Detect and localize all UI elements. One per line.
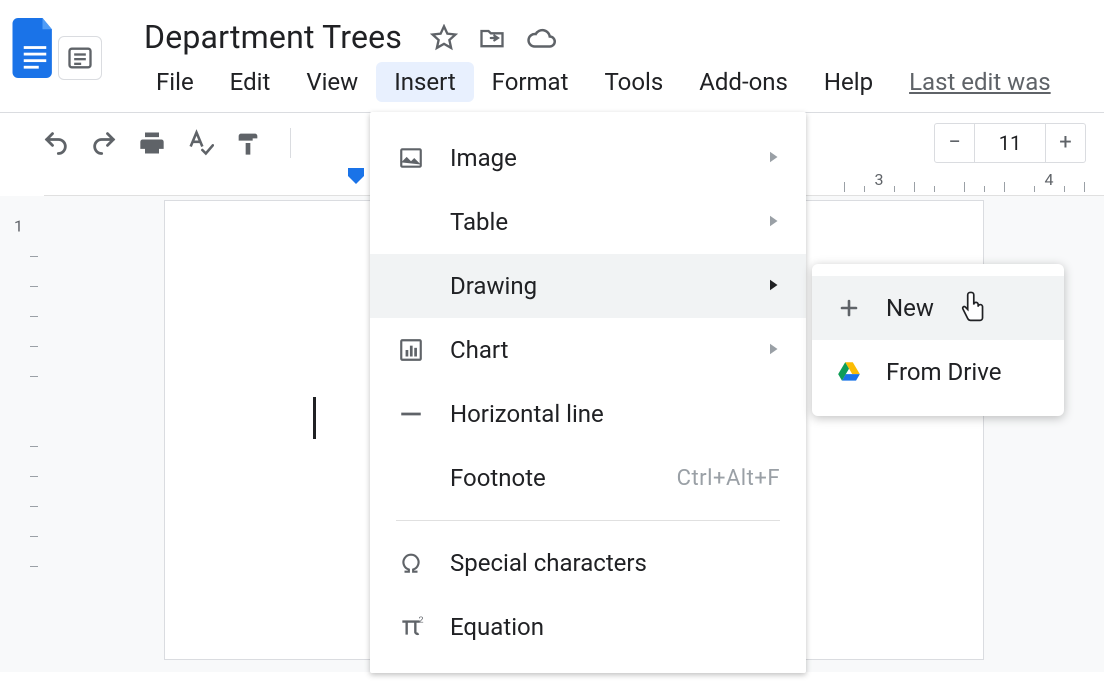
insert-image[interactable]: Image [370, 126, 806, 190]
menu-label: Footnote [450, 464, 546, 492]
menu-label: Equation [450, 613, 544, 641]
drawing-submenu: New From Drive [812, 264, 1064, 416]
menu-label: Image [450, 144, 517, 172]
docs-logo[interactable] [10, 10, 60, 80]
chart-icon [396, 335, 426, 365]
drive-icon [834, 357, 864, 387]
image-icon [396, 143, 426, 173]
print-icon[interactable] [138, 129, 166, 157]
toolbar-separator [290, 128, 291, 158]
insert-horizontal-line[interactable]: Horizontal line [370, 382, 806, 446]
font-size-value[interactable]: 11 [975, 124, 1045, 162]
insert-chart[interactable]: Chart [370, 318, 806, 382]
redo-icon[interactable] [90, 129, 118, 157]
vertical-ruler[interactable]: 1 [0, 196, 44, 672]
submenu-arrow-icon [764, 144, 782, 172]
menu-label: Horizontal line [450, 400, 604, 428]
menu-addons[interactable]: Add-ons [681, 62, 806, 102]
menubar: File Edit View Insert Format Tools Add-o… [90, 58, 1094, 112]
drawing-icon [396, 271, 426, 301]
insert-menu-dropdown: Image Table Drawing Chart Horizontal lin… [370, 112, 806, 673]
menu-format[interactable]: Format [474, 62, 587, 102]
submenu-label: From Drive [886, 358, 1001, 386]
document-outline-button[interactable] [58, 36, 102, 80]
insert-footnote[interactable]: Footnote Ctrl+Alt+F [370, 446, 806, 510]
plus-icon [834, 293, 864, 323]
menu-label: Table [450, 208, 508, 236]
cloud-saved-icon[interactable] [526, 24, 552, 50]
menu-tools[interactable]: Tools [586, 62, 681, 102]
insert-special-characters[interactable]: Special characters [370, 531, 806, 595]
ruler-number: 3 [875, 170, 884, 189]
menu-edit[interactable]: Edit [212, 62, 289, 102]
pi-icon: 2 [396, 612, 426, 642]
menu-file[interactable]: File [138, 62, 212, 102]
document-title[interactable]: Department Trees [138, 18, 408, 56]
move-folder-icon[interactable] [478, 24, 504, 50]
menu-label: Special characters [450, 549, 647, 577]
undo-icon[interactable] [42, 129, 70, 157]
submenu-arrow-icon [764, 336, 782, 364]
paint-format-icon[interactable] [234, 129, 262, 157]
ruler-number: 4 [1045, 170, 1054, 189]
menu-view[interactable]: View [288, 62, 376, 102]
submenu-arrow-icon [764, 272, 782, 300]
vruler-number: 1 [14, 217, 23, 236]
omega-icon [396, 548, 426, 578]
submenu-label: New [886, 294, 934, 322]
svg-text:2: 2 [419, 616, 424, 626]
text-caret [313, 397, 316, 439]
menu-label: Drawing [450, 272, 537, 300]
menu-separator [396, 520, 780, 521]
star-icon[interactable] [430, 24, 456, 50]
menu-label: Chart [450, 336, 508, 364]
indent-marker-icon[interactable] [344, 168, 368, 186]
menu-help[interactable]: Help [806, 62, 891, 102]
drawing-from-drive[interactable]: From Drive [812, 340, 1064, 404]
last-edit-link[interactable]: Last edit was [909, 68, 1051, 96]
spellcheck-icon[interactable] [186, 129, 214, 157]
font-size-control: − 11 + [934, 123, 1086, 163]
menu-insert[interactable]: Insert [376, 62, 473, 102]
footnote-icon [396, 463, 426, 493]
font-size-decrease[interactable]: − [935, 124, 975, 162]
insert-table[interactable]: Table [370, 190, 806, 254]
font-size-increase[interactable]: + [1045, 124, 1085, 162]
horizontal-line-icon [396, 399, 426, 429]
table-icon [396, 207, 426, 237]
insert-drawing[interactable]: Drawing [370, 254, 806, 318]
titlebar: Department Trees File Edit [0, 0, 1104, 112]
insert-equation[interactable]: 2 Equation [370, 595, 806, 659]
drawing-new[interactable]: New [812, 276, 1064, 340]
submenu-arrow-icon [764, 208, 782, 236]
menu-shortcut: Ctrl+Alt+F [677, 466, 780, 491]
